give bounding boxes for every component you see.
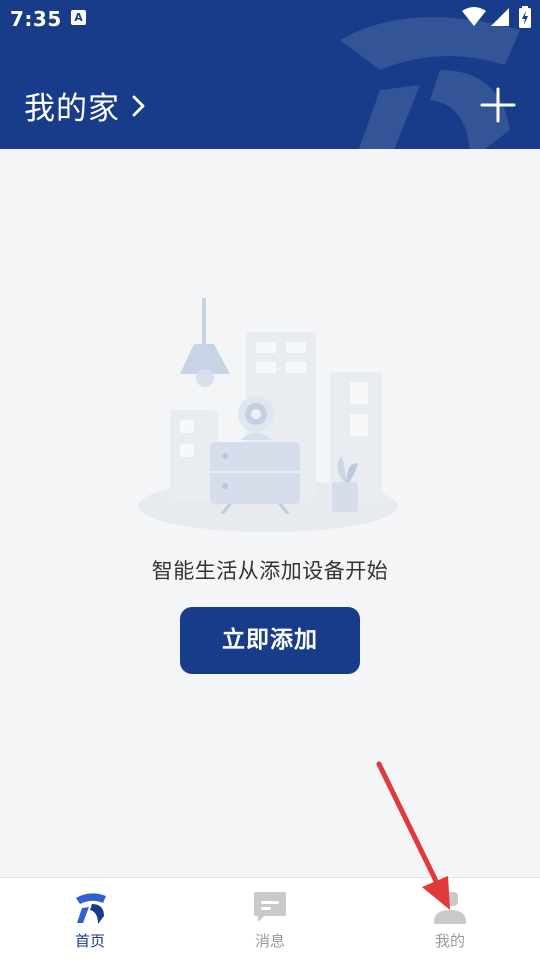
page-title: 我的家 [24,90,120,127]
tab-messages-label: 消息 [254,932,285,950]
tab-profile[interactable]: 我的 [360,878,540,960]
empty-home-illustration [138,298,398,532]
chevron-right-icon [132,95,145,117]
tab-home[interactable]: 首页 [0,878,180,960]
header: 7:35 A 我的家 [0,0,540,149]
wifi-icon [462,7,486,26]
message-icon [254,892,286,922]
status-time: 7:35 [10,7,62,31]
bottom-tab-bar: 首页 消息 我的 [0,877,540,960]
home-selector[interactable]: 我的家 [24,82,146,128]
battery-icon [519,6,531,28]
notification-app-icon: A [71,10,86,25]
empty-state-message: 智能生活从添加设备开始 [151,559,389,583]
profile-icon [434,892,466,924]
tab-profile-label: 我的 [434,932,465,950]
status-bar: 7:35 A [0,0,540,38]
tab-home-label: 首页 [74,932,105,950]
plus-icon [480,87,516,123]
signal-icon [491,8,509,26]
tab-messages[interactable]: 消息 [180,878,360,960]
home-logo-icon [76,893,106,924]
add-device-button[interactable] [478,85,518,125]
add-now-button[interactable]: 立即添加 [180,607,360,674]
